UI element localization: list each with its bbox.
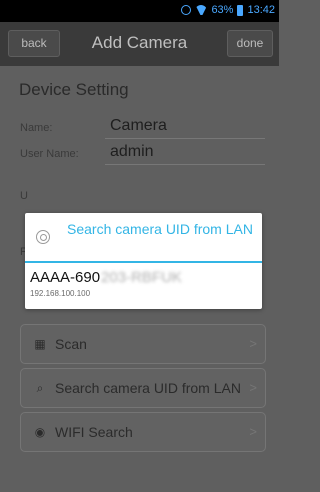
scan-label: Scan — [55, 336, 87, 352]
camera-uid-obscured: 203-RBFUK — [101, 269, 182, 286]
search-lan-label: Search camera UID from LAN — [55, 380, 241, 396]
chevron-right-icon: > — [249, 336, 257, 351]
section-title: Device Setting — [19, 80, 129, 99]
status-bar: 63% 13:42 — [0, 0, 279, 22]
user-name-field-underline — [105, 164, 265, 165]
chevron-right-icon: > — [249, 424, 257, 439]
title-bar: back Add Camera done — [0, 22, 279, 66]
radar-icon — [36, 230, 50, 244]
dialog-header: Search camera UID from LAN — [25, 213, 262, 261]
wifi-search-button[interactable]: ◉ WIFI Search > — [20, 412, 266, 452]
camera-uid: AAAA-690203-RBFUK — [30, 269, 182, 286]
name-field[interactable]: Camera — [110, 117, 167, 135]
password-label-partial: U — [20, 190, 28, 202]
user-name-field[interactable]: admin — [110, 143, 154, 161]
name-field-underline — [105, 138, 265, 139]
battery-icon — [237, 4, 244, 16]
clock: 13:42 — [247, 4, 275, 16]
search-icon: ⌕ — [36, 381, 44, 395]
scan-icon: ▦ — [34, 337, 46, 351]
camera-uid-prefix: AAAA-690 — [30, 269, 101, 286]
dialog-title: Search camera UID from LAN — [67, 221, 253, 237]
user-name-label: User Name: — [20, 148, 79, 160]
search-lan-button[interactable]: ⌕ Search camera UID from LAN > — [20, 368, 266, 408]
scan-button[interactable]: ▦ Scan > — [20, 324, 266, 364]
done-button[interactable]: done — [227, 30, 273, 57]
camera-ip: 192.168.100.100 — [30, 289, 91, 298]
search-results-dialog: Search camera UID from LAN AAAA-690203-R… — [25, 213, 262, 309]
wifi-search-icon: ◉ — [34, 425, 46, 439]
wifi-search-label: WIFI Search — [55, 424, 133, 440]
status-bar-right: 63% 13:42 — [181, 4, 275, 16]
battery-percent: 63% — [211, 4, 234, 16]
name-label: Name: — [20, 122, 53, 134]
list-item[interactable]: AAAA-690203-RBFUK 192.168.100.100 — [25, 263, 262, 309]
wifi-icon — [195, 5, 207, 15]
alarm-icon — [181, 5, 192, 15]
chevron-right-icon: > — [249, 380, 257, 395]
